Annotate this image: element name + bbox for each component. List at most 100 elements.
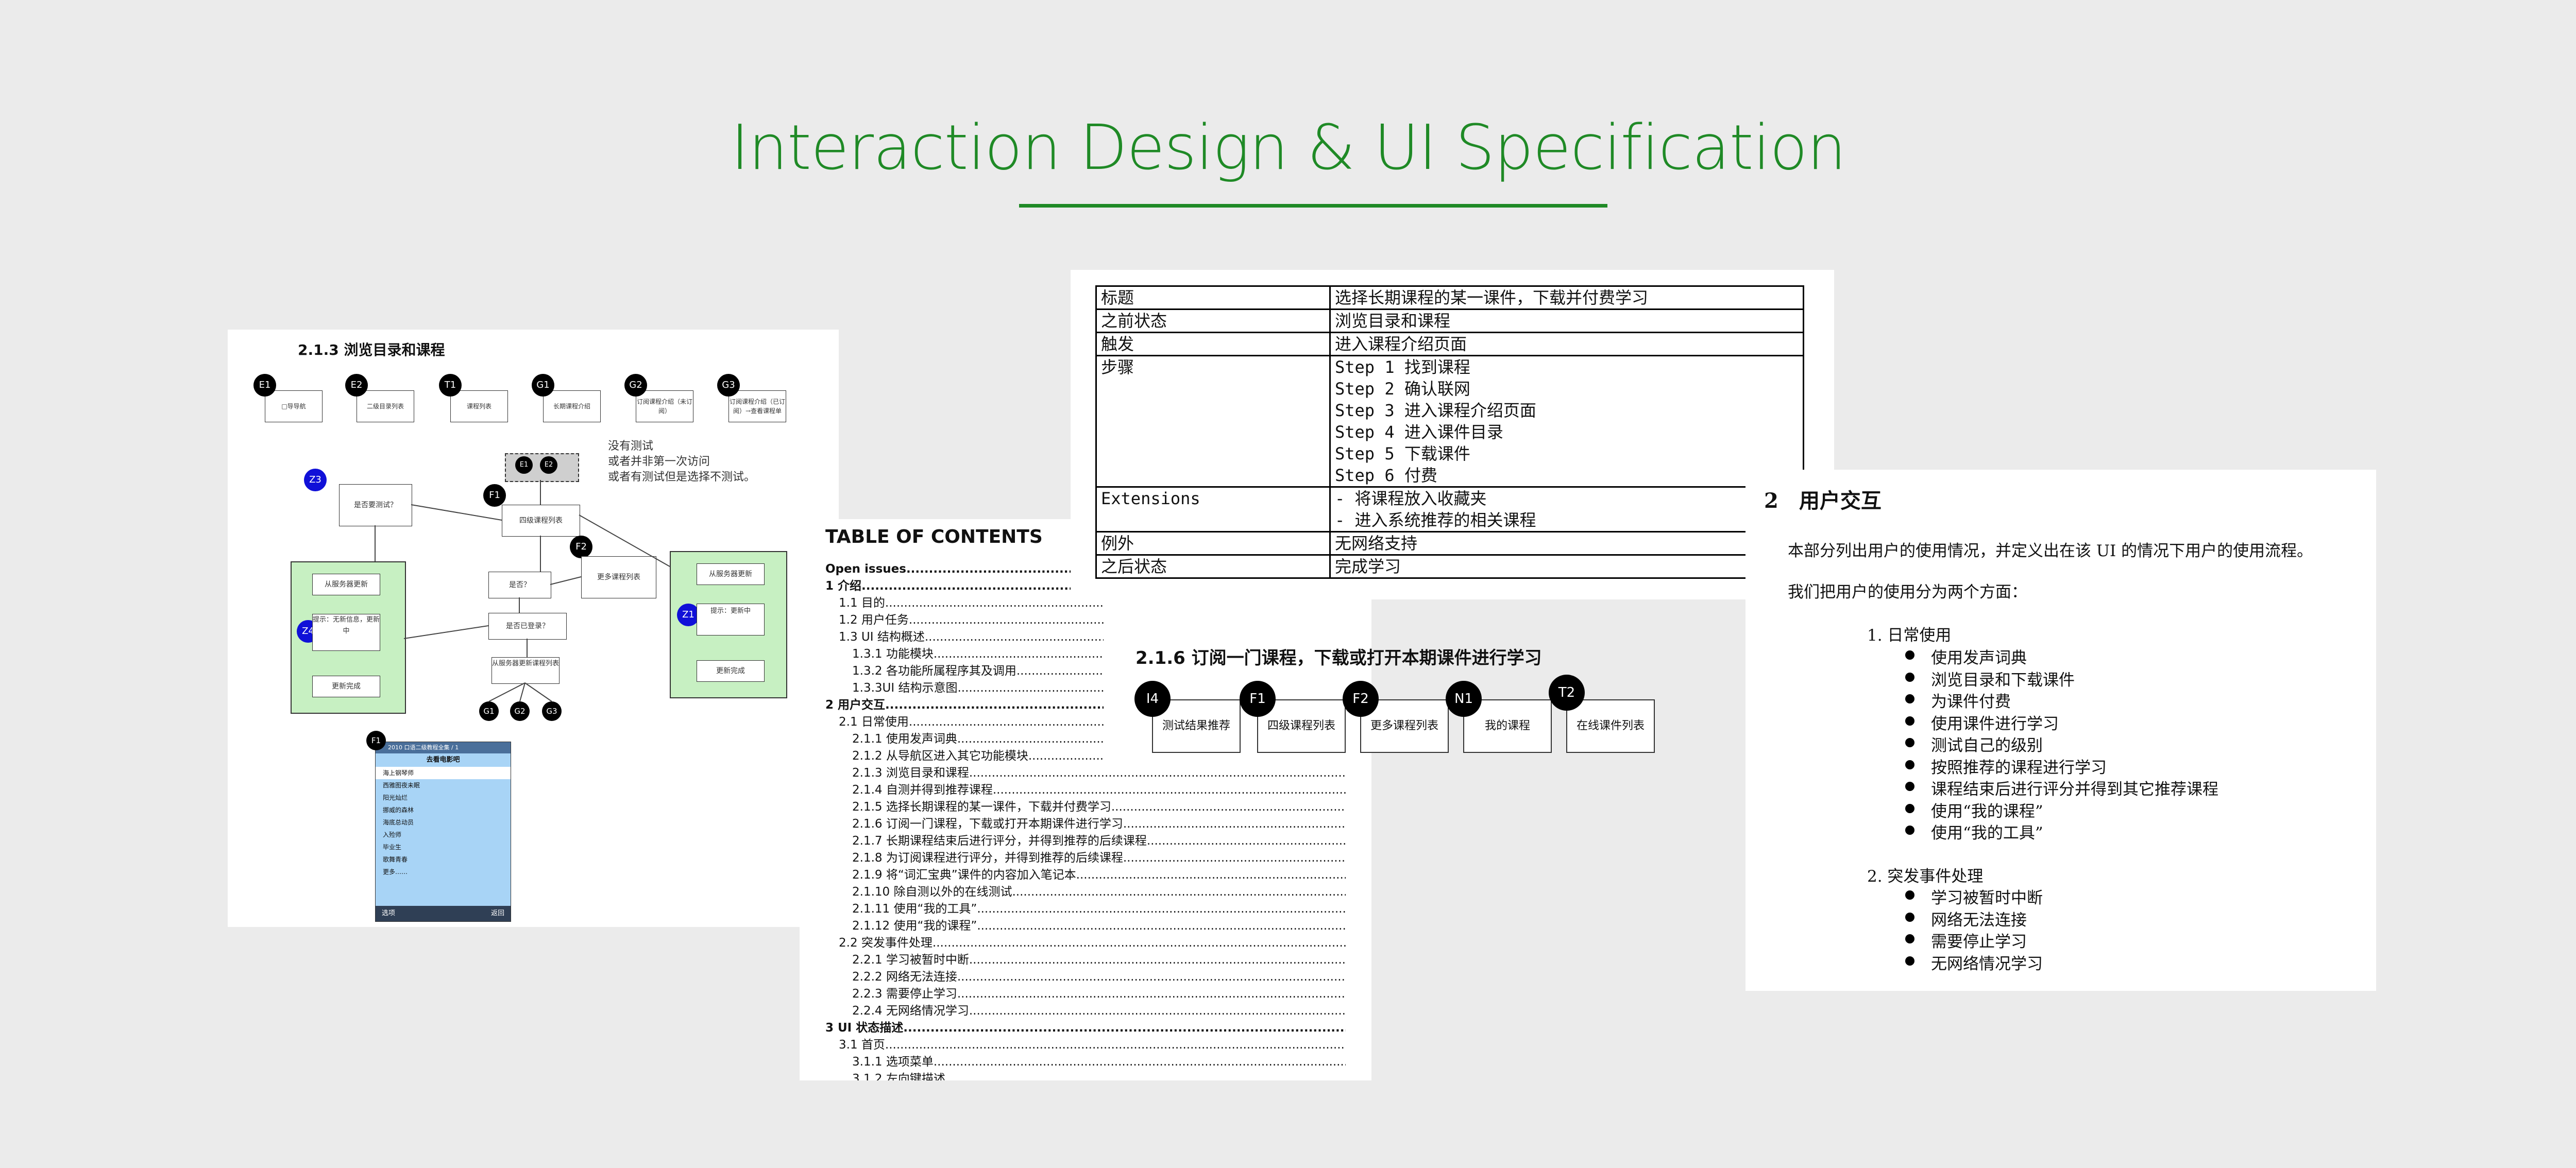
flow-box: 订阅课程介绍（已订阅）→查看课程单: [728, 390, 786, 422]
phone-list-item[interactable]: 更多……: [376, 866, 511, 878]
toc-entry[interactable]: 2.1.12 使用“我的课程” ........................…: [852, 918, 1346, 934]
toc-entry[interactable]: 3 UI 状态描述 ..............................…: [825, 1020, 1346, 1036]
right-green-group: 从服务器更新 Z1 提示：更新中 更新完成: [670, 551, 787, 698]
toc-entry[interactable]: 2.1.9 将“词汇宝典”课件的内容加入笔记本 ................…: [852, 867, 1346, 883]
toc-entry[interactable]: 1.3.2 各功能所属程序其及调用 ......................…: [852, 663, 1104, 679]
toc-entry[interactable]: 1.2 用户任务 ...............................…: [839, 612, 1104, 628]
toc-entry[interactable]: 2.2.1 学习被暂时中断 ..........................…: [852, 952, 1346, 968]
toc-entry[interactable]: 2.1.3 浏览目录和课程 ..........................…: [852, 765, 1346, 781]
toc-leader: ........................................…: [932, 936, 1346, 950]
title-underline: [1019, 204, 1607, 208]
emergency-item: 网络无法连接: [1905, 907, 2027, 930]
toc-leader: ........................................…: [977, 902, 1346, 916]
toc-entry[interactable]: 3.1.1 选项菜单 .............................…: [852, 1054, 1346, 1070]
flow-node-e2: E2: [345, 374, 368, 397]
phone-list-item[interactable]: 海底总动员: [376, 816, 511, 829]
toc-entry[interactable]: 3.1 首页 .................................…: [839, 1037, 1346, 1053]
toc-leader: ........................................…: [957, 987, 1346, 1001]
more-box: 更多课程列表: [581, 556, 656, 598]
toc-entry[interactable]: 2.1.7 长期课程结束后进行评分，并得到推荐的后续课程 ...........…: [852, 833, 1346, 849]
toc-entry[interactable]: 1.3 UI 结构概述 ............................…: [839, 629, 1104, 645]
toc-entry[interactable]: 2 用户交互 .................................…: [825, 697, 1104, 713]
toc-entry[interactable]: 1.3.3UI 结构示意图 ..........................…: [852, 680, 1104, 696]
course-flow-node-t2: T2: [1549, 675, 1585, 711]
toc-leader: ........................................…: [1028, 749, 1104, 763]
toc-leader: ........................................…: [969, 953, 1346, 967]
phone-list-item[interactable]: 入殓师: [376, 829, 511, 841]
page-title: Interaction Design & UI Specification: [731, 112, 1846, 184]
spec-value: 进入课程介绍页面: [1329, 332, 1804, 356]
server-update-box: 从服务器更新: [312, 574, 380, 595]
phone-list: 海上钢琴师 西雅图夜未眠 阳光灿烂 挪威的森林 海底总动员 入殓师 毕业生 歌舞青春 更多……: [376, 767, 511, 878]
toc-entry[interactable]: 2.2.2 网络无法连接 ...........................…: [852, 969, 1346, 985]
toc-entry-text: 1.3 UI 结构概述: [839, 630, 925, 644]
flow-box: 订阅课程介绍（未订阅）: [636, 390, 693, 422]
flow-box: □导导航: [265, 390, 323, 422]
section-daily: 1. 日常使用: [1867, 626, 1952, 645]
phone-list-item[interactable]: 西雅图夜未眠: [376, 779, 511, 792]
toc-entry-text: 1.3.3UI 结构示意图: [852, 681, 958, 695]
spec-row: 标题 选择长期课程的某一课件，下载并付费学习: [1095, 285, 1804, 310]
spec-value: 选择长期课程的某一课件，下载并付费学习: [1329, 285, 1804, 310]
toc-leader: ........................................…: [977, 919, 1346, 933]
phone-softkeys: 选项 返回: [376, 906, 511, 921]
toc-entry-text: 1 介绍: [825, 579, 862, 593]
toc-entry[interactable]: 1.3.1 功能模块 .............................…: [852, 646, 1104, 662]
circle-f1: F1: [483, 484, 506, 507]
spec-value-line: Step 3 进入课程介绍页面: [1335, 401, 1536, 420]
toc-entry-text: 2.1.12 使用“我的课程”: [852, 919, 977, 933]
spec-value: 无网络支持: [1329, 531, 1804, 556]
toc-leader: ........................................…: [885, 1038, 1346, 1052]
toc-leader: ........................................…: [992, 783, 1346, 797]
toc-entry[interactable]: 2.1.8 为订阅课程进行评分，并得到推荐的后续课程 .............…: [852, 850, 1346, 866]
decision-test: 是否要测试？: [339, 484, 412, 526]
right-softkey[interactable]: 返回: [491, 906, 504, 921]
toc-entry[interactable]: Open issues ............................…: [825, 561, 1104, 577]
prompt-box-2: 提示：更新中: [697, 604, 765, 635]
toc-entry[interactable]: 3.1.2 左向键描述 ............................…: [852, 1071, 1346, 1080]
phone-list-item[interactable]: 海上钢琴师: [376, 767, 511, 779]
spec-row: 步骤 Step 1 找到课程 Step 2 确认联网 Step 3 进入课程介绍页面 S…: [1095, 355, 1804, 488]
toc-entry[interactable]: 2.1.5 选择长期课程的某一课件，下载并付费学习 ..............…: [852, 799, 1346, 815]
prompt-box: 提示：无新信息，更新中: [312, 614, 380, 651]
phone-list-item[interactable]: 歌舞青春: [376, 853, 511, 866]
daily-item: 为课件付费: [1905, 689, 2011, 712]
toc-entry[interactable]: 2.1.6 订阅一门课程，下载或打开本期课件进行学习 .............…: [852, 816, 1346, 832]
spec-value-line: - 进入系统推荐的相关课程: [1335, 510, 1536, 530]
spec-key: 例外: [1095, 531, 1331, 556]
toc-entry[interactable]: 2.2 突发事件处理 .............................…: [839, 935, 1346, 951]
phone-list-item[interactable]: 挪威的森林: [376, 804, 511, 816]
toc-entry-text: 2.1.6 订阅一门课程，下载或打开本期课件进行学习: [852, 817, 1123, 831]
course-flow-heading: 2.1.6 订阅一门课程，下载或打开本期课件进行学习: [1136, 648, 1542, 668]
spec-row: 触发 进入课程介绍页面: [1095, 332, 1804, 356]
spec-key: 标题: [1095, 285, 1331, 310]
spec-value-line: 选择长期课程的某一课件，下载并付费学习: [1335, 288, 1649, 307]
toc-entry[interactable]: 2.1.4 自测并得到推荐课程 ........................…: [852, 782, 1346, 798]
section-title: 用户交互: [1799, 489, 1882, 513]
spec-value-line: Step 4 进入课件目录: [1335, 422, 1503, 442]
left-softkey[interactable]: 选项: [382, 906, 395, 921]
toc-leader: ........................................…: [933, 1055, 1346, 1069]
toc-leader: ........................................…: [885, 698, 1104, 712]
toc-leader: ........................................…: [969, 766, 1346, 780]
toc-entry[interactable]: 2.1.1 使用发声词典 ...........................…: [852, 731, 1104, 747]
phone-list-item[interactable]: 阳光灿烂: [376, 792, 511, 804]
daily-item: 使用课件进行学习: [1905, 711, 2059, 734]
toc-entry[interactable]: 2.1.11 使用“我的工具” ........................…: [852, 901, 1346, 917]
flowchart-note: 没有测试 或者并非第一次访问 或者有测试但是选择不测试。: [608, 439, 755, 485]
toc-leader: ........................................…: [1123, 817, 1346, 831]
toc-entry[interactable]: 2.1 日常使用 ...............................…: [839, 714, 1104, 730]
toc-entry[interactable]: 1 介绍 ...................................…: [825, 578, 1104, 594]
emergency-item: 学习被暂时中断: [1905, 885, 2043, 908]
toc-leader: ........................................…: [969, 1004, 1346, 1018]
toc-entry[interactable]: 2.1.10 除自测以外的在线测试 ......................…: [852, 884, 1346, 900]
toc-entry[interactable]: 2.2.4 无网络情况学习 ..........................…: [852, 1003, 1346, 1019]
toc-entry[interactable]: 1.1 目的 .................................…: [839, 595, 1104, 611]
toc-leader: ........................................…: [945, 1072, 1346, 1080]
toc-entry[interactable]: 2.1.2 从导航区进入其它功能模块 .....................…: [852, 748, 1104, 764]
phone-list-item[interactable]: 毕业生: [376, 841, 511, 853]
toc-leader: ........................................…: [861, 579, 1104, 593]
flowchart-card: 2.1.3 浏览目录和课程 □导导航 E1 二级目录列表 E2 课程列表 T1 长期课程介绍…: [228, 330, 839, 927]
circle-g1-bottom: G1: [479, 701, 499, 721]
toc-entry[interactable]: 2.2.3 需要停止学习 ...........................…: [852, 986, 1346, 1002]
